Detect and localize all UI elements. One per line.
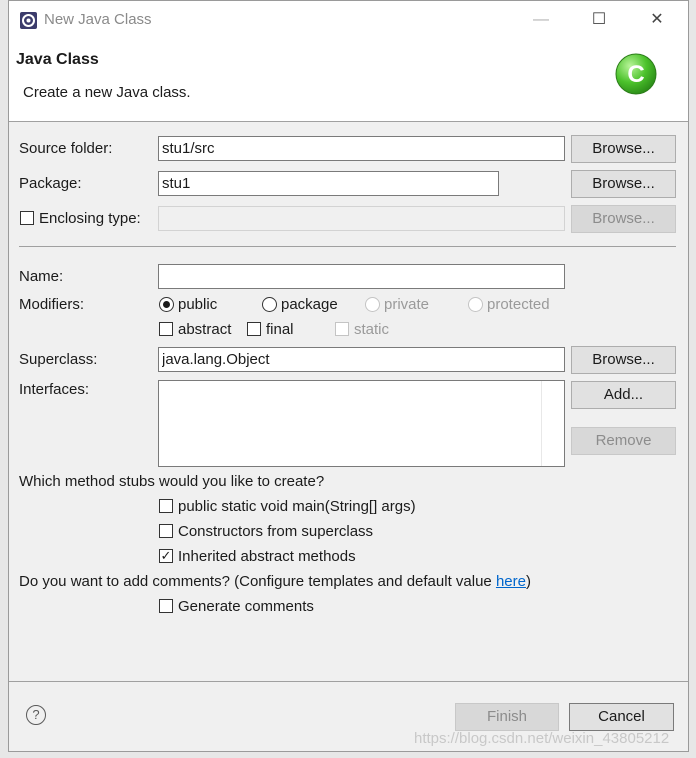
inherited-abstract-label: Inherited abstract methods bbox=[178, 548, 356, 565]
static-label: static bbox=[354, 321, 390, 338]
enclosing-type-input bbox=[158, 206, 565, 231]
wizard-banner: Java Class Create a new Java class. C bbox=[9, 39, 688, 122]
superclass-input[interactable] bbox=[158, 347, 565, 372]
minimize-button[interactable]: — bbox=[526, 7, 556, 33]
generate-comments-label: Generate comments bbox=[178, 598, 314, 615]
finish-button: Finish bbox=[455, 703, 559, 731]
comments-question-text: Do you want to add comments? (Configure … bbox=[19, 573, 496, 590]
modifier-package-label: package bbox=[281, 296, 338, 313]
comments-question: Do you want to add comments? (Configure … bbox=[19, 572, 531, 592]
generate-comments-checkbox[interactable] bbox=[159, 599, 173, 613]
modifier-package-radio[interactable] bbox=[262, 297, 277, 312]
configure-templates-link[interactable]: here bbox=[496, 573, 526, 590]
package-browse-button[interactable]: Browse... bbox=[571, 170, 676, 198]
wizard-title: Java Class bbox=[16, 51, 99, 68]
interfaces-list-scrollbar[interactable] bbox=[541, 381, 564, 466]
main-method-label: public static void main(String[] args) bbox=[178, 498, 416, 515]
abstract-checkbox[interactable] bbox=[159, 322, 173, 336]
wizard-description: Create a new Java class. bbox=[23, 84, 191, 101]
constructors-label: Constructors from superclass bbox=[178, 523, 374, 540]
enclosing-type-checkbox[interactable] bbox=[20, 211, 34, 225]
footer-separator bbox=[9, 681, 688, 682]
modifier-public-label: public bbox=[178, 296, 218, 313]
name-input[interactable] bbox=[158, 264, 565, 289]
superclass-label: Superclass: bbox=[19, 351, 98, 368]
modifier-public-radio[interactable] bbox=[159, 297, 174, 312]
constructors-checkbox[interactable] bbox=[159, 524, 173, 538]
add-interface-button[interactable]: Add... bbox=[571, 381, 676, 409]
main-method-checkbox[interactable] bbox=[159, 499, 173, 513]
package-label: Package: bbox=[19, 175, 82, 192]
superclass-browse-button[interactable]: Browse... bbox=[571, 346, 676, 374]
interfaces-list[interactable] bbox=[158, 380, 565, 467]
close-button[interactable]: ✕ bbox=[642, 7, 672, 33]
comments-question-closing: ) bbox=[525, 573, 531, 590]
static-checkbox bbox=[335, 322, 349, 336]
enclosing-type-label: Enclosing type: bbox=[39, 210, 141, 227]
abstract-label: abstract bbox=[178, 321, 232, 338]
source-folder-input[interactable] bbox=[158, 136, 565, 161]
cancel-button[interactable]: Cancel bbox=[569, 703, 674, 731]
final-label: final bbox=[266, 321, 294, 338]
method-stubs-question: Which method stubs would you like to cre… bbox=[19, 473, 325, 490]
modifier-private-label: private bbox=[384, 296, 430, 313]
interfaces-label: Interfaces: bbox=[19, 381, 90, 398]
watermark-text: https://blog.csdn.net/weixin_43805212 bbox=[414, 730, 670, 747]
modifiers-label: Modifiers: bbox=[19, 296, 85, 313]
inherited-abstract-checkbox[interactable]: ✓ bbox=[159, 549, 173, 563]
source-folder-label: Source folder: bbox=[19, 140, 113, 157]
separator bbox=[19, 246, 676, 247]
modifier-private-radio bbox=[365, 297, 380, 312]
enclosing-type-browse-button: Browse... bbox=[571, 205, 676, 233]
name-label: Name: bbox=[19, 268, 64, 285]
title-bar: New Java Class — ☐ ✕ bbox=[9, 1, 688, 39]
modifier-protected-label: protected bbox=[487, 296, 550, 313]
java-class-c-icon: C bbox=[613, 51, 659, 97]
final-checkbox[interactable] bbox=[247, 322, 261, 336]
remove-interface-button: Remove bbox=[571, 427, 676, 455]
new-java-class-dialog: New Java Class — ☐ ✕ Java Class Create a… bbox=[8, 0, 689, 752]
source-folder-browse-button[interactable]: Browse... bbox=[571, 135, 676, 163]
svg-text:C: C bbox=[627, 61, 644, 88]
package-input[interactable] bbox=[158, 171, 499, 196]
help-question-icon[interactable]: ? bbox=[26, 705, 46, 725]
modifier-protected-radio bbox=[468, 297, 483, 312]
window-title: New Java Class bbox=[44, 11, 152, 28]
maximize-button[interactable]: ☐ bbox=[584, 7, 614, 33]
eclipse-app-icon bbox=[19, 11, 38, 30]
